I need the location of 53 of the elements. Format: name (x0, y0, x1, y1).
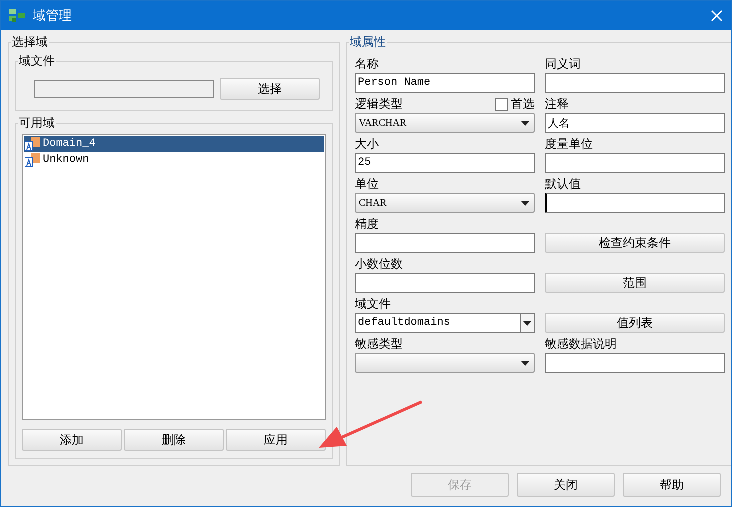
text-field[interactable] (545, 153, 725, 173)
dropdown[interactable]: CHAR (355, 193, 535, 213)
text-field[interactable] (545, 193, 725, 213)
window-title: 域管理 (33, 8, 73, 24)
field-label: 逻辑类型 (355, 96, 403, 112)
combo-box[interactable]: defaultdomains (355, 313, 535, 333)
field-label: 度量单位 (545, 136, 593, 152)
caret-icon (521, 360, 530, 366)
action-button[interactable]: 值列表 (545, 313, 725, 333)
field-label: 默认值 (545, 176, 581, 192)
close-icon[interactable] (711, 10, 723, 22)
action-button[interactable]: 删除 (124, 429, 224, 451)
text-field[interactable] (355, 273, 535, 293)
field-label: 敏感类型 (355, 336, 403, 352)
dialog-button[interactable]: 关闭 (517, 473, 615, 497)
action-button[interactable]: 添加 (22, 429, 122, 451)
field-label: 精度 (355, 216, 379, 232)
choose-button[interactable]: 选择 (220, 78, 320, 100)
caret-icon (521, 120, 530, 126)
field-label: 同义词 (545, 56, 581, 72)
field-label: 敏感数据说明 (545, 336, 617, 352)
text-field[interactable]: 人名 (545, 113, 725, 133)
dialog-button[interactable]: 帮助 (623, 473, 721, 497)
group-title: 域属性 (349, 34, 387, 51)
group-title: 域文件 (18, 53, 56, 70)
domain-icon (25, 137, 40, 151)
list-item[interactable]: Domain_4 (24, 136, 324, 152)
field-label: 单位 (355, 176, 379, 192)
text-field[interactable]: Person Name (355, 73, 535, 93)
path-field[interactable] (34, 80, 214, 98)
field-label: 大小 (355, 136, 379, 152)
text-field[interactable]: 25 (355, 153, 535, 173)
group-title: 选择域 (11, 34, 49, 51)
list-item[interactable]: Unknown (24, 152, 324, 168)
action-button[interactable]: 应用 (226, 429, 326, 451)
field-label: 注释 (545, 96, 569, 112)
app-icon (9, 8, 25, 22)
caret-icon (521, 200, 530, 206)
group-title: 可用域 (18, 115, 56, 132)
text-field[interactable] (355, 233, 535, 253)
field-label: 名称 (355, 56, 379, 72)
text-field[interactable] (545, 73, 725, 93)
dropdown[interactable]: VARCHAR (355, 113, 535, 133)
checkbox-label: 首选 (511, 96, 535, 112)
field-label: 域文件 (355, 296, 391, 312)
domain-icon (25, 153, 40, 167)
checkbox[interactable] (495, 98, 508, 110)
action-button[interactable]: 检查约束条件 (545, 233, 725, 253)
dropdown[interactable] (355, 353, 535, 373)
action-button[interactable]: 范围 (545, 273, 725, 293)
caret-icon (523, 320, 532, 326)
text-field[interactable] (545, 353, 725, 373)
field-label: 小数位数 (355, 256, 403, 272)
